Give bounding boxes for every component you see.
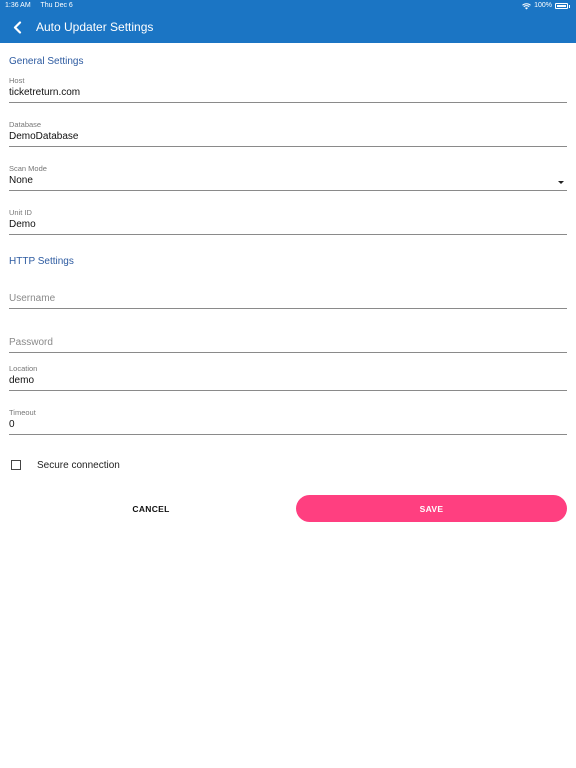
save-button[interactable]: SAVE xyxy=(296,495,567,522)
scan-mode-select[interactable]: Scan Mode None xyxy=(9,164,567,191)
app-header: 1:36 AM Thu Dec 6 100% Auto Updater Sett… xyxy=(0,0,576,43)
secure-connection-checkbox[interactable] xyxy=(11,460,21,470)
section-general-settings: General Settings xyxy=(9,56,84,67)
timeout-label: Timeout xyxy=(9,408,36,417)
status-right: 100% xyxy=(522,0,570,12)
timeout-field[interactable]: Timeout 0 xyxy=(9,408,567,435)
scan-mode-label: Scan Mode xyxy=(9,164,47,173)
host-value[interactable]: ticketreturn.com xyxy=(9,86,567,102)
host-label: Host xyxy=(9,76,25,85)
database-label: Database xyxy=(9,120,42,129)
status-left: 1:36 AM Thu Dec 6 xyxy=(5,0,81,12)
location-label: Location xyxy=(9,364,38,373)
secure-connection-label: Secure connection xyxy=(37,459,120,471)
password-field[interactable] xyxy=(9,332,567,353)
username-input[interactable] xyxy=(9,292,549,306)
location-field[interactable]: Location demo xyxy=(9,364,567,391)
status-date: Thu Dec 6 xyxy=(40,2,73,9)
toolbar: Auto Updater Settings xyxy=(0,12,576,43)
scan-mode-value[interactable]: None xyxy=(9,174,567,190)
battery-tip xyxy=(569,4,570,8)
database-field[interactable]: Database DemoDatabase xyxy=(9,120,567,147)
unit-id-field[interactable]: Unit ID Demo xyxy=(9,208,567,235)
status-time: 1:36 AM xyxy=(5,2,31,9)
timeout-value[interactable]: 0 xyxy=(9,418,567,434)
location-value[interactable]: demo xyxy=(9,374,567,390)
unit-id-value[interactable]: Demo xyxy=(9,218,567,234)
battery-percent: 100% xyxy=(534,2,552,9)
wifi-icon xyxy=(522,2,531,10)
database-value[interactable]: DemoDatabase xyxy=(9,130,567,146)
password-input[interactable] xyxy=(9,336,549,350)
host-field[interactable]: Host ticketreturn.com xyxy=(9,76,567,103)
page-title: Auto Updater Settings xyxy=(36,20,154,34)
username-field[interactable] xyxy=(9,288,567,309)
back-button[interactable] xyxy=(8,17,26,37)
status-bar: 1:36 AM Thu Dec 6 100% xyxy=(0,0,576,12)
battery-icon xyxy=(555,3,568,9)
cancel-button[interactable]: CANCEL xyxy=(10,495,292,522)
secure-connection-row[interactable]: Secure connection xyxy=(11,459,120,471)
caret-down-icon[interactable] xyxy=(558,181,564,184)
chevron-left-icon xyxy=(13,20,21,34)
unit-id-label: Unit ID xyxy=(9,208,32,217)
section-http-settings: HTTP Settings xyxy=(9,256,74,267)
